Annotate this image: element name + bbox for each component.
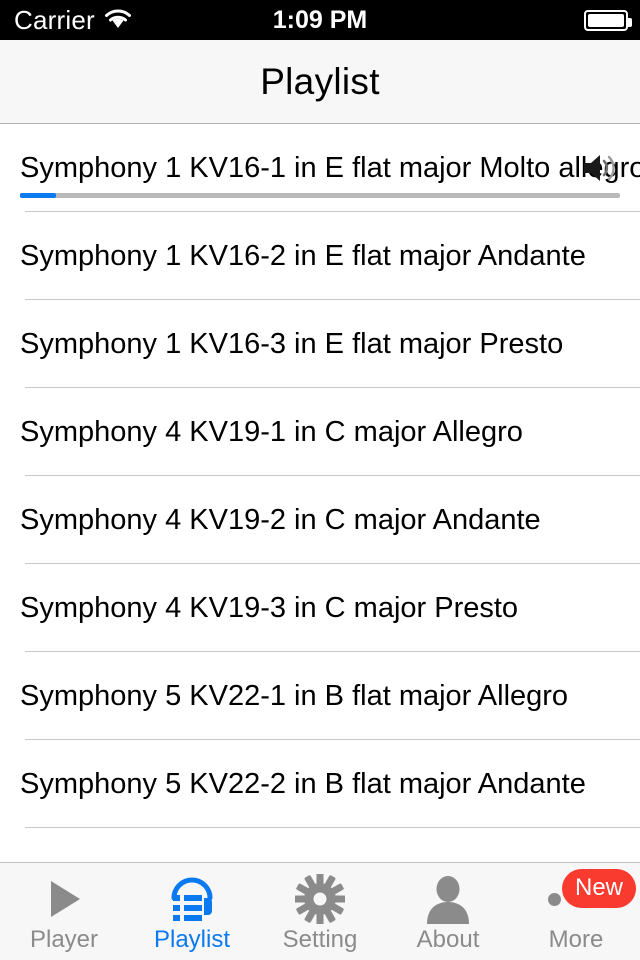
playlist-row-title: Symphony 1 KV16-2 in E flat major Andant… [20,239,586,272]
tab-label: Playlist [153,926,231,953]
playlist-row-title: Symphony 1 KV16-1 in E flat major Molto … [20,151,640,184]
tab-label: About [416,926,480,953]
status-bar-clock: 1:09 PM [272,5,368,34]
battery-icon [584,9,632,31]
playlist-row-title: Symphony 4 KV19-2 in C major Andante [20,503,541,536]
status-bar-right [584,9,632,31]
playlist-row[interactable]: Symphony 4 KV19-2 in C major Andante [0,476,640,564]
playback-progress-fill [20,193,56,198]
tab-more[interactable]: More New [512,863,640,960]
speaker-wave-icon [582,152,618,184]
tab-label: Player [29,926,99,953]
playlist-row-title: Symphony 4 KV19-3 in C major Presto [20,591,519,624]
battery-fill [588,13,624,27]
tab-player[interactable]: Player [0,863,128,960]
headphones-list-icon [166,873,218,925]
new-badge: New [561,869,636,908]
tab-label: Setting [282,926,358,953]
row-separator [25,827,640,828]
app-root: Carrier 1:09 PM Playlist Symphony 1 KV16… [0,0,640,960]
page-title: Playlist [260,60,380,102]
navigation-bar: Playlist [0,40,640,124]
tab-bar: Player Playlist Setting About More New [0,862,640,960]
playlist-row-title: Symphony 1 KV16-3 in E flat major Presto [20,327,564,360]
person-icon [424,873,472,925]
playlist-row[interactable]: Symphony 4 KV19-1 in C major Allegro [0,388,640,476]
playlist-row-title: Symphony 5 KV22-2 in B flat major Andant… [20,767,586,800]
play-triangle-icon [40,873,88,925]
playlist-row[interactable]: Symphony 5 KV22-2 in B flat major Andant… [0,740,640,828]
gear-icon [295,873,345,925]
tab-about[interactable]: About [384,863,512,960]
playlist-row[interactable]: Symphony 1 KV16-2 in E flat major Andant… [0,212,640,300]
playback-progress-bar[interactable] [20,193,620,198]
playlist-row[interactable]: Symphony 1 KV16-1 in E flat major Molto … [0,124,640,212]
status-bar: Carrier 1:09 PM [0,0,640,40]
playlist-row[interactable]: Symphony 4 KV19-3 in C major Presto [0,564,640,652]
tab-playlist[interactable]: Playlist [128,863,256,960]
playlist-list[interactable]: Symphony 1 KV16-1 in E flat major Molto … [0,124,640,862]
playlist-row-title: Symphony 5 KV22-1 in B flat major Allegr… [20,679,569,712]
playlist-row[interactable]: Symphony 1 KV16-3 in E flat major Presto [0,300,640,388]
tab-setting[interactable]: Setting [256,863,384,960]
playlist-row-title: Symphony 4 KV19-1 in C major Allegro [20,415,523,448]
playlist-row[interactable]: Symphony 5 KV22-1 in B flat major Allegr… [0,652,640,740]
tab-label: More [548,926,604,953]
